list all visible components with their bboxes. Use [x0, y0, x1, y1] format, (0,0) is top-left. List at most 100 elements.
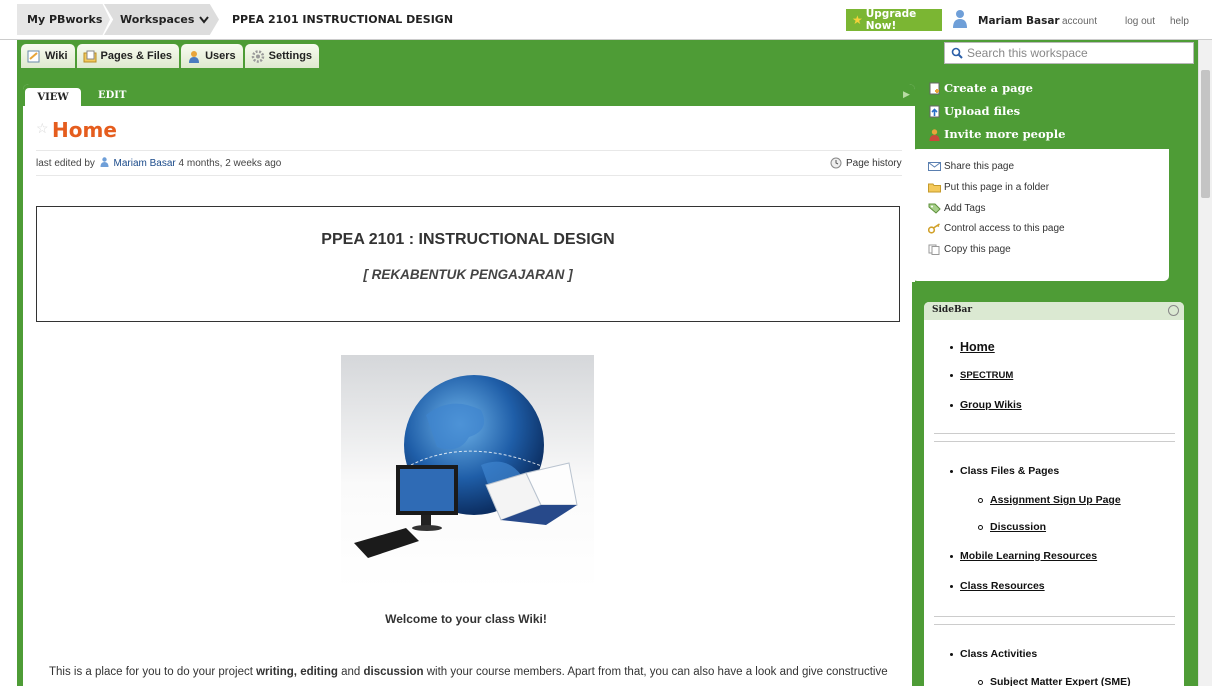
copy-page-label: Copy this page: [944, 244, 1011, 255]
sidebar-link-label: Discussion: [990, 521, 1047, 533]
sidebar-heading-class-files: Class Files & Pages: [950, 465, 1059, 477]
new-page-icon: [929, 82, 940, 94]
intro-text: and: [337, 666, 364, 678]
upload-files-link[interactable]: Upload files: [928, 104, 1020, 118]
workspaces-dropdown[interactable]: Workspaces: [104, 4, 219, 35]
sidebar-link-label: Assignment Sign Up Page: [990, 494, 1121, 506]
sidebar-link-assignment-signup[interactable]: Assignment Sign Up Page: [978, 494, 1121, 506]
tab-settings[interactable]: Settings: [244, 44, 320, 68]
sidebar-divider: [934, 616, 1175, 617]
sidebar-link-sme[interactable]: Subject Matter Expert (SME): [978, 676, 1131, 686]
bullet: [950, 345, 953, 349]
upgrade-now-button[interactable]: ★ Upgrade Now!: [846, 8, 942, 32]
search-icon: [951, 47, 963, 59]
logout-link[interactable]: log out: [1125, 16, 1155, 27]
welcome-heading: Welcome to your class Wiki!: [385, 612, 547, 626]
create-page-label: Create a page: [944, 81, 1033, 95]
settings-gear-icon: [251, 49, 264, 63]
user-avatar-icon: [953, 10, 967, 28]
divider: [36, 175, 902, 176]
page-history-label: Page history: [846, 157, 902, 169]
tab-edit[interactable]: EDIT: [98, 90, 126, 101]
tab-pages-files-label: Pages & Files: [100, 50, 173, 62]
chevron-down-icon: [199, 15, 210, 24]
collapse-toggle-icon[interactable]: [1168, 305, 1179, 316]
control-access-link[interactable]: Control access to this page: [928, 223, 1065, 234]
sidebar-link-home[interactable]: Home: [950, 340, 995, 354]
bullet: [950, 403, 953, 407]
sidebar-divider: [934, 441, 1175, 442]
users-icon: [189, 50, 200, 63]
sidebar-link-class-resources[interactable]: Class Resources: [950, 580, 1045, 592]
create-page-link[interactable]: Create a page: [928, 81, 1033, 95]
intro-bold: discussion: [363, 666, 424, 678]
copy-page-link[interactable]: Copy this page: [928, 244, 1011, 255]
intro-text: This is a place for you to do your proje…: [49, 666, 257, 678]
collapse-arrow-icon[interactable]: ▶: [903, 89, 910, 100]
wiki-icon: [27, 50, 40, 62]
last-edited-user-link[interactable]: Mariam Basar: [114, 158, 176, 169]
favorite-star-icon[interactable]: ☆: [36, 120, 49, 137]
workspace-tabs: Wiki Pages & Files Users Settings: [21, 44, 320, 68]
invite-people-link[interactable]: Invite more people: [928, 127, 1065, 141]
bullet: [978, 524, 983, 530]
scrollbar-thumb[interactable]: [1201, 70, 1210, 198]
key-icon: [928, 223, 940, 234]
my-pbworks-label: My PBworks: [27, 13, 103, 26]
share-page-link[interactable]: Share this page: [928, 161, 1014, 172]
page-history-link[interactable]: Page history: [830, 157, 902, 169]
tag-icon: [928, 203, 941, 214]
workspaces-label: Workspaces: [120, 13, 195, 26]
intro-text: with your course members. Apart from tha…: [423, 666, 888, 678]
invite-people-label: Invite more people: [944, 127, 1066, 141]
tab-pages-files[interactable]: Pages & Files: [76, 44, 180, 68]
clock-icon: [830, 157, 842, 169]
sidebar-link-label: Subject Matter Expert (SME): [990, 676, 1131, 686]
put-in-folder-link[interactable]: Put this page in a folder: [928, 182, 1049, 193]
last-edited-prefix: last edited by: [36, 158, 95, 169]
current-workspace-label: PPEA 2101 INSTRUCTIONAL DESIGN: [232, 13, 454, 26]
share-mail-icon: [928, 162, 941, 171]
divider: [36, 150, 902, 151]
sidebar-divider: [934, 624, 1175, 625]
sidebar-heading-class-activities: Class Activities: [950, 648, 1037, 660]
search-input[interactable]: Search this workspace: [944, 42, 1194, 64]
current-workspace-title[interactable]: PPEA 2101 INSTRUCTIONAL DESIGN: [232, 4, 453, 35]
my-pbworks-link[interactable]: My PBworks: [17, 4, 110, 35]
user-icon: [100, 157, 109, 167]
star-icon: ★: [852, 13, 863, 27]
intro-paragraph: This is a place for you to do your proje…: [49, 666, 909, 678]
account-link[interactable]: account: [1062, 16, 1097, 27]
tab-view[interactable]: VIEW: [25, 88, 81, 106]
tab-wiki-label: Wiki: [45, 50, 68, 62]
sidebar-link-discussion[interactable]: Discussion: [978, 521, 1046, 533]
bullet: [978, 497, 983, 503]
sidebar-link-mobile-learning[interactable]: Mobile Learning Resources: [950, 550, 1097, 562]
sidebar-link-label: Home: [960, 340, 995, 354]
folder-icon: [928, 183, 941, 193]
add-tags-label: Add Tags: [944, 203, 986, 214]
last-edited-time: 4 months, 2 weeks ago: [178, 158, 282, 169]
upgrade-label: Upgrade Now!: [865, 8, 917, 32]
user-name-link[interactable]: Mariam Basar: [978, 15, 1060, 27]
bullet: [950, 554, 953, 558]
bullet: [950, 374, 953, 377]
sidebar-link-label: Class Resources: [960, 580, 1045, 592]
bullet: [950, 469, 953, 473]
search-placeholder: Search this workspace: [967, 46, 1088, 60]
copy-icon: [928, 244, 940, 255]
tab-wiki[interactable]: Wiki: [21, 44, 75, 68]
help-link[interactable]: help: [1170, 16, 1189, 27]
sidebar-heading-label: Class Files & Pages: [960, 465, 1060, 477]
intro-bold: writing, editing: [256, 666, 338, 678]
page-title: Home: [52, 118, 117, 142]
add-tags-link[interactable]: Add Tags: [928, 203, 986, 214]
tab-users-label: Users: [205, 50, 236, 62]
share-page-label: Share this page: [944, 161, 1015, 172]
tab-users[interactable]: Users: [181, 44, 243, 68]
sidebar-link-group-wikis[interactable]: Group Wikis: [950, 399, 1022, 411]
sidebar-title: SideBar: [932, 305, 973, 315]
globe-computer-illustration: [341, 355, 594, 590]
sidebar-link-spectrum[interactable]: SPECTRUM: [950, 370, 1013, 381]
view-edit-bar: [23, 84, 915, 106]
